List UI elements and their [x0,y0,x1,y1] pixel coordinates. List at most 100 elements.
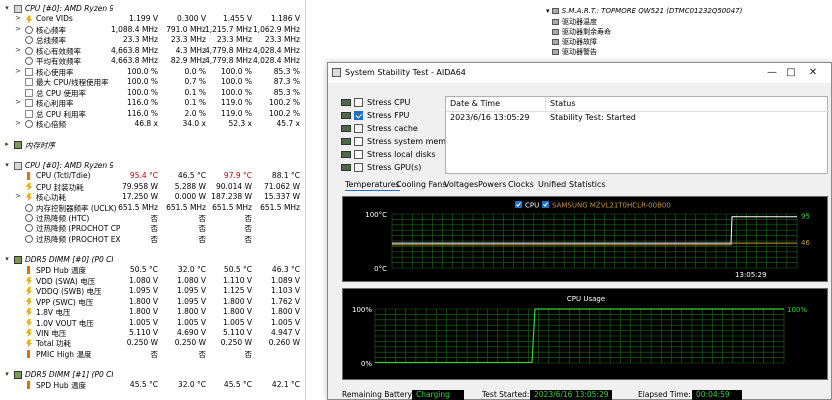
tab[interactable]: Clocks [508,180,534,189]
sensor-label: 内存时序 [25,140,55,150]
bolt-icon [26,193,33,202]
col-header-datetime[interactable]: Date & Time [446,97,546,111]
sensor-row[interactable]: > 核心功耗 17.250 W 0.000 W 187.238 W 15.337 W [0,192,305,203]
checkbox[interactable] [354,124,363,133]
group-toggle-icon[interactable]: ▾ [3,4,11,12]
expand-chevron-icon[interactable]: > [14,98,22,106]
average-value: 1.762 V [271,296,300,306]
average-value: 1.800 V [271,307,300,317]
maximize-button[interactable]: □ [781,66,801,80]
clock-icon [25,119,33,128]
usage-graph-title: CPU Usage [567,295,605,303]
sensor-group[interactable]: ▾ DDR5 DIMM [#0] (P0 CHA... [0,255,305,266]
blank-row [0,150,305,161]
smart-group[interactable]: ▾ S.M.A.R.T.: TOPMORE QW521 (DTMC01232Q5… [546,7,742,17]
sensor-row[interactable]: 过热降频 (HTC) 否否否 [0,213,305,224]
sensor-row[interactable]: VIN 电压 5.110 V 4.690 V 5.110 V 4.947 V [0,328,305,339]
sensor-row[interactable]: > 核心利用率 116.0 % 0.1 % 119.0 % 100.2 % [0,98,305,109]
sensor-group[interactable]: ▾ DDR5 DIMM [#1] (P0 CHA... [0,370,305,381]
minimize-button[interactable]: — [762,66,782,80]
average-value: 23.3 MHz [264,35,300,45]
sensor-row[interactable]: 平均有效频率 4,663.8 MHz 82.9 MHz 4,779.8 MHz 4,02… [0,56,305,67]
group-toggle-icon[interactable]: ▸ [3,140,11,148]
expand-chevron-icon[interactable]: > [14,192,22,200]
smart-row[interactable]: 驱动器温度 [552,17,597,27]
sensor-row[interactable]: > 核心频率 1,088.4 MHz 791.0 MHz 1,215.7 MHz 1,06… [0,25,305,36]
sensor-row[interactable]: 最大 CPU/线程使用率 100.0 % 0.7 % 100.0 % 87.3 % [0,77,305,88]
tab[interactable]: Temperatures [345,180,400,191]
elapsed-time-label: Elapsed Time: [638,390,691,399]
checkbox-label: Stress CPU [367,98,411,107]
sensor-row[interactable]: 内存控制器频率 (UCLK) 651.5 MHz 651.5 MHz 651.5 MH… [0,203,305,214]
status-cell-status: Stability Test: Started [550,113,636,122]
close-button[interactable]: ✕ [803,66,823,80]
sensor-label: DDR5 DIMM [#1] (P0 CHA... [25,369,113,379]
checkbox-label: Stress FPU [367,111,410,120]
sensor-row[interactable]: PMIC High 温度否否否 [0,349,305,360]
col-header-status[interactable]: Status [546,97,829,111]
checkbox[interactable] [354,150,363,159]
sensor-row[interactable]: SPD Hub 温度 45.5 °C 32.0 °C 45.5 °C 42.1 °C [0,380,305,391]
smart-row[interactable]: 驱动器故障 [552,37,597,47]
expand-chevron-icon[interactable]: > [14,119,22,127]
smart-label: S.M.A.R.T.: TOPMORE QW521 (DTMC01232Q500… [561,7,743,15]
sensor-row[interactable]: 过热降频 (PROCHOT EXT) 否否否 [0,234,305,245]
sensor-row[interactable]: VDDQ (SWB) 电压 1.095 V 1.095 V 1.125 V 1.103 … [0,286,305,297]
average-value: 42.1 °C [271,380,300,390]
sensor-group[interactable]: ▸ 内存时序 [0,140,305,151]
tab[interactable]: Statistics [569,180,606,189]
group-toggle-icon[interactable]: ▾ [3,255,11,263]
sensor-row[interactable]: VPP (SWC) 电压 1.800 V 1.095 V 1.800 V 1.762 V [0,297,305,308]
checkbox[interactable] [354,137,363,146]
percent-icon [25,67,33,76]
group-toggle-icon[interactable]: ▾ [3,161,11,169]
sensor-row[interactable]: > 核心倍频 46.8 x 34.0 x 52.3 x 45.7 x [0,119,305,130]
sensor-row[interactable]: > Core VIDs 1.199 V 0.300 V 1.455 V 1.186 V [0,14,305,25]
expand-chevron-icon[interactable]: > [14,67,22,75]
sensor-row[interactable]: > 核心使用率 100.0 % 0.0 % 100.0 % 85.3 % [0,67,305,78]
sensor-row[interactable]: 总 CPU 利用率 116.0 % 2.0 % 119.0 % 100.2 % [0,109,305,120]
average-value: 100.2 % [269,98,300,108]
sensor-row[interactable]: VDD (SWA) 电压 1.080 V 1.080 V 1.110 V 1.089 V [0,276,305,287]
status-table: Date & Time Status 2023/6/16 13:05:29 St… [445,96,829,174]
sensor-row[interactable]: 1.0V VOUT 电压 1.005 V 1.005 V 1.005 V 1.005 V [0,318,305,329]
checkbox[interactable] [354,163,363,172]
smart-row[interactable]: 驱动器剩余寿命 [552,27,611,37]
tab[interactable]: Voltages [444,180,478,189]
sensor-row[interactable]: 总线频率 23.3 MHz 23.3 MHz 23.3 MHz 23.3 MHz [0,35,305,46]
percent-icon [25,109,33,118]
maximum-value: 否 [244,234,253,244]
bolt-icon [26,276,33,285]
clock-icon [25,203,33,212]
expand-chevron-icon[interactable]: > [14,46,22,54]
smart-row[interactable]: 驱动器警告 [552,47,597,57]
sensor-group[interactable]: ▾ CPU [#0]: AMD Ryzen 9 7... [0,161,305,172]
tab[interactable]: Unified [538,180,566,189]
tab[interactable]: Powers [478,180,506,189]
temperature-graph: 100°C 0°C 13:05:29 CPU SAMSUNG MZVL21T0HCLR-… [342,196,828,282]
sensor-row[interactable]: Total 功耗 0.250 W 0.250 W 0.250 W 0.260 W [0,338,305,349]
sensor-row[interactable]: CPU (Tctl/Tdie) 95.4 °C 46.5 °C 97.9 °C 88.1… [0,171,305,182]
bolt-icon [26,182,33,191]
sensor-row[interactable]: CPU 封装功耗 79.958 W 5.288 W 90.014 W 71.062 W [0,182,305,193]
checkbox[interactable] [354,98,363,107]
group-toggle-icon[interactable]: ▾ [3,370,11,378]
tab[interactable]: Cooling Fans [396,180,447,189]
expand-chevron-icon[interactable]: > [14,14,22,22]
y-axis-top-label: 100% [352,306,372,314]
blank-row [0,244,305,255]
sensor-row[interactable]: 1.8V 电压 1.800 V 1.800 V 1.800 V 1.800 V [0,307,305,318]
sensor-row[interactable]: 总 CPU 使用率 100.0 % 0.1 % 100.0 % 85.3 % [0,88,305,99]
average-value: 4,028.4 MHz [252,45,300,55]
battery-value: Charging [412,390,464,400]
drive-icon [552,19,559,25]
checkbox[interactable] [354,111,363,120]
sensor-row[interactable]: > 核心有效频率 4,663.8 MHz 4.3 MHz 4,779.8 MHz 4,02… [0,46,305,57]
sensor-group[interactable]: ▾ CPU [#0]: AMD Ryzen 9 7... [0,4,305,15]
sensor-row[interactable]: 过热降频 (PROCHOT CPU) 否否否 [0,223,305,234]
hardware-icon [341,151,351,158]
sensor-row[interactable]: SPD Hub 温度 50.5 °C 32.0 °C 50.5 °C 46.3 °C [0,265,305,276]
maximum-value: 否 [244,214,253,223]
expand-chevron-icon[interactable]: > [14,25,22,33]
clock-icon [25,46,33,55]
